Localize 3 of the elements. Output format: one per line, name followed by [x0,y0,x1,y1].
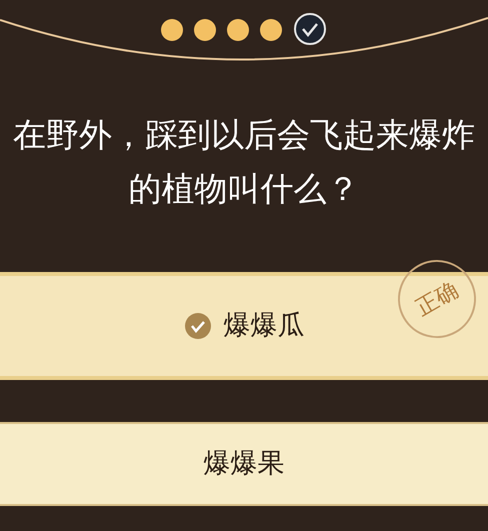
question-text: 在野外，踩到以后会飞起来爆炸的植物叫什么？ [12,114,476,210]
check-icon [184,312,212,340]
answer-option[interactable]: 爆爆果 [0,422,488,506]
